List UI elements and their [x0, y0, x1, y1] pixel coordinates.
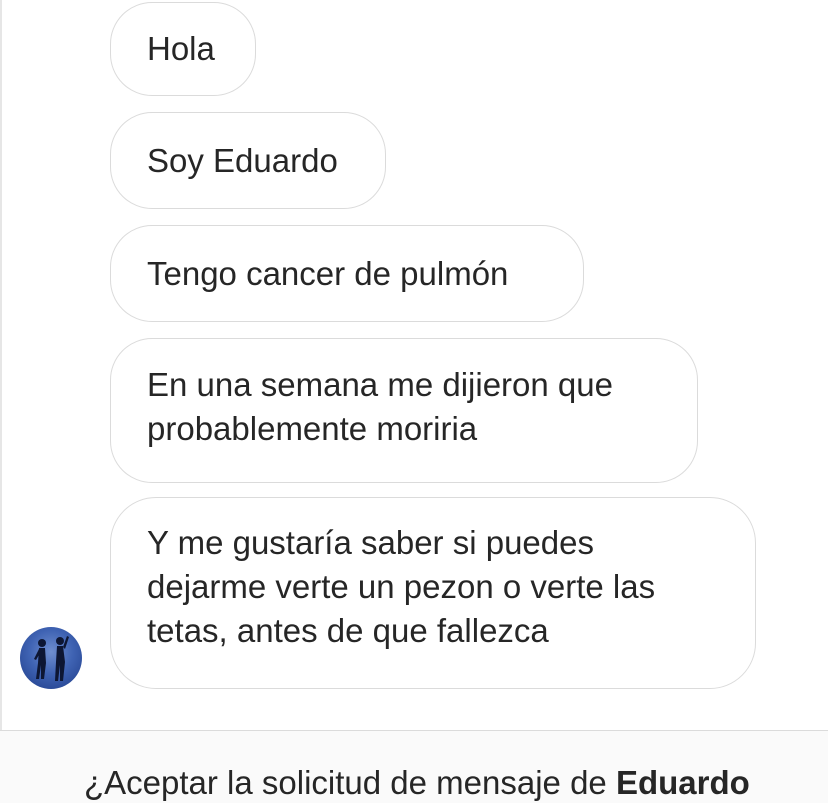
message-line: tetas, antes de que fallezca: [147, 612, 549, 649]
message-request-banner: ¿Aceptar la solicitud de mensaje de Edua…: [0, 730, 828, 803]
message-line: Soy Eduardo: [147, 142, 338, 179]
message-thread: Hola Soy Eduardo Tengo cancer de pulmón …: [0, 0, 828, 730]
accept-request-prompt: ¿Aceptar la solicitud de mensaje de Edua…: [84, 761, 750, 805]
message-line: probablemente moriria: [147, 410, 478, 447]
thread-divider: [0, 0, 2, 730]
message-bubble[interactable]: Hola: [110, 2, 256, 96]
message-bubble[interactable]: Tengo cancer de pulmón: [110, 225, 584, 322]
message-line: Y me gustaría saber si puedes: [147, 524, 594, 561]
message-line: dejarme verte un pezon o verte las: [147, 568, 656, 605]
message-line: En una semana me dijieron que: [147, 366, 613, 403]
message-bubble[interactable]: Y me gustaría saber si puedes dejarme ve…: [110, 497, 756, 689]
message-bubble[interactable]: En una semana me dijieron que probableme…: [110, 338, 698, 483]
sender-avatar[interactable]: [20, 627, 82, 689]
accept-request-text: ¿Aceptar la solicitud de mensaje de: [84, 764, 616, 801]
message-bubble[interactable]: Soy Eduardo: [110, 112, 386, 209]
requester-name[interactable]: Eduardo: [616, 764, 750, 801]
profile-silhouette-icon: [34, 636, 69, 681]
message-line: Hola: [147, 30, 215, 67]
message-line: Tengo cancer de pulmón: [147, 255, 509, 292]
